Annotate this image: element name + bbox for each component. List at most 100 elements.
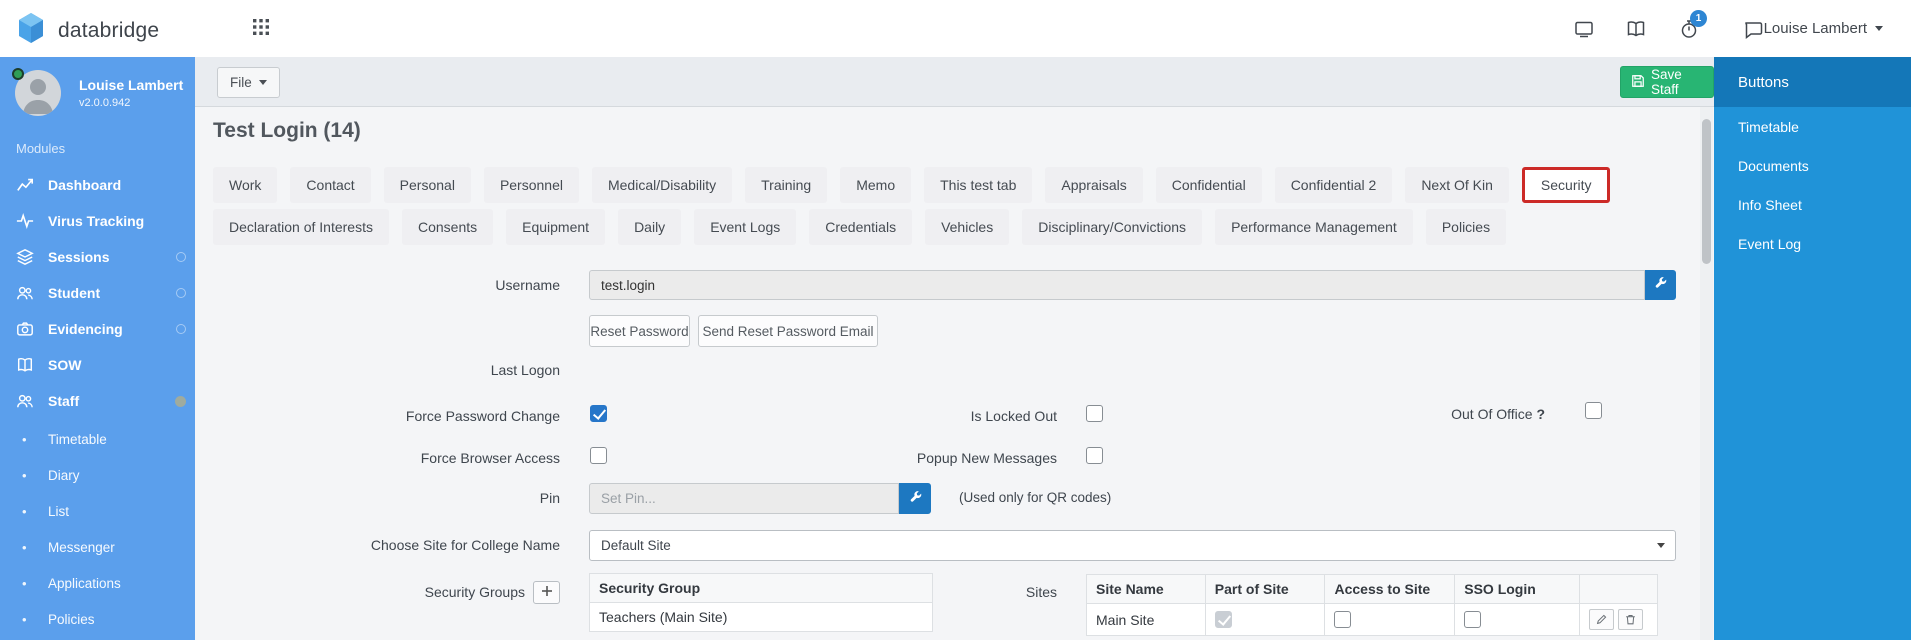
pin-label: Pin: [539, 490, 560, 506]
sidebar-item-dashboard[interactable]: Dashboard: [0, 167, 195, 203]
file-menu-button[interactable]: File: [217, 67, 280, 98]
sidebar-item-evidencing[interactable]: Evidencing: [0, 311, 195, 347]
button-info-sheet[interactable]: Info Sheet: [1714, 185, 1911, 224]
book-icon[interactable]: [1625, 18, 1647, 40]
tab-next-of-kin[interactable]: Next Of Kin: [1405, 167, 1509, 203]
username-input[interactable]: test.login: [589, 270, 1645, 300]
sidebar-item-policies[interactable]: • Policies: [0, 601, 195, 637]
toolbar: File Save Staff: [195, 57, 1714, 107]
out-of-office-checkbox[interactable]: [1585, 402, 1602, 419]
security-group-table: Security Group Teachers (Main Site): [589, 573, 933, 632]
notification-badge: 1: [1690, 10, 1707, 27]
pin-input[interactable]: Set Pin...: [589, 483, 899, 514]
plus-icon: [541, 584, 553, 602]
sidebar-item-list[interactable]: • List: [0, 493, 195, 529]
app-version: v2.0.0.942: [79, 97, 131, 109]
monitor-icon[interactable]: [1573, 18, 1595, 40]
access-to-site-checkbox[interactable]: [1334, 611, 1352, 629]
send-reset-password-email-button[interactable]: Send Reset Password Email: [698, 315, 878, 347]
tab-personnel[interactable]: Personnel: [483, 167, 579, 203]
chart-icon: [16, 176, 34, 194]
apps-grid-icon[interactable]: [252, 18, 270, 41]
username-wrench-button[interactable]: [1645, 270, 1676, 300]
pin-wrench-button[interactable]: [899, 483, 931, 514]
site-name-column-header: Site Name: [1086, 574, 1206, 604]
tab-credentials[interactable]: Credentials: [809, 209, 913, 245]
left-sidebar: Louise Lambert v2.0.0.942 Modules Dashbo…: [0, 57, 195, 640]
tab-vehicles[interactable]: Vehicles: [925, 209, 1010, 245]
site-name-cell: Main Site: [1086, 603, 1206, 636]
tab-performance-management[interactable]: Performance Management: [1215, 209, 1413, 245]
tab-confidential[interactable]: Confidential: [1155, 167, 1262, 203]
security-group-cell: Teachers (Main Site): [589, 602, 933, 632]
choose-site-label: Choose Site for College Name: [370, 537, 560, 553]
sso-login-checkbox[interactable]: [1464, 611, 1482, 629]
tab-this-test-tab[interactable]: This test tab: [924, 167, 1033, 203]
tab-row-secondary: Declaration of Interests Consents Equipm…: [213, 209, 1507, 245]
sidebar-subitem-label: Applications: [48, 575, 121, 591]
chevron-down-icon: [258, 80, 267, 85]
sidebar-item-messenger[interactable]: • Messenger: [0, 529, 195, 565]
site-select[interactable]: Default Site: [589, 530, 1676, 561]
sidebar-subitem-label: List: [48, 503, 70, 519]
tab-consents[interactable]: Consents: [401, 209, 494, 245]
save-staff-button[interactable]: Save Staff: [1620, 66, 1714, 98]
tab-security[interactable]: Security: [1521, 167, 1611, 203]
delete-site-button[interactable]: [1617, 609, 1643, 630]
tab-personal[interactable]: Personal: [383, 167, 471, 203]
tab-event-logs[interactable]: Event Logs: [694, 209, 797, 245]
modules-section-label: Modules: [16, 141, 66, 156]
force-password-change-label: Force Password Change: [405, 408, 560, 424]
tab-medical-disability[interactable]: Medical/Disability: [591, 167, 733, 203]
floppy-icon: [1631, 74, 1645, 91]
button-event-log[interactable]: Event Log: [1714, 224, 1911, 263]
user-menu-label: Louise Lambert: [1763, 20, 1867, 37]
is-locked-out-checkbox[interactable]: [1086, 405, 1103, 422]
sidebar-item-virus-tracking[interactable]: Virus Tracking: [0, 203, 195, 239]
sidebar-item-timetable[interactable]: • Timetable: [0, 421, 195, 457]
actions-column-header: [1578, 574, 1659, 604]
bullet-icon: •: [22, 539, 27, 555]
tab-daily[interactable]: Daily: [618, 209, 682, 245]
force-browser-access-checkbox[interactable]: [590, 447, 607, 464]
sidebar-item-student[interactable]: Student: [0, 275, 195, 311]
sidebar-item-applications[interactable]: • Applications: [0, 565, 195, 601]
sites-table: Site Name Part of Site Access to Site SS…: [1086, 574, 1659, 636]
tab-declaration-of-interests[interactable]: Declaration of Interests: [213, 209, 389, 245]
vertical-scrollbar[interactable]: [1700, 107, 1713, 640]
chevron-down-icon: [1875, 26, 1883, 31]
sidebar-item-diary[interactable]: • Diary: [0, 457, 195, 493]
popup-new-messages-label: Popup New Messages: [916, 450, 1057, 466]
right-sidebar: Buttons Timetable Documents Info Sheet E…: [1714, 57, 1911, 640]
sidebar-item-label: Student: [48, 285, 101, 301]
timer-icon[interactable]: 1: [1678, 10, 1707, 40]
add-security-group-button[interactable]: [533, 581, 560, 604]
popup-new-messages-checkbox[interactable]: [1086, 447, 1103, 464]
scrollbar-thumb[interactable]: [1702, 119, 1711, 264]
button-timetable[interactable]: Timetable: [1714, 107, 1911, 146]
save-staff-label: Save Staff: [1651, 67, 1682, 97]
tab-training[interactable]: Training: [745, 167, 828, 203]
table-row[interactable]: Teachers (Main Site): [589, 602, 933, 632]
user-menu[interactable]: Louise Lambert: [1764, 0, 1883, 57]
tab-work[interactable]: Work: [213, 167, 278, 203]
sso-login-cell: [1454, 603, 1580, 636]
tab-memo[interactable]: Memo: [840, 167, 912, 203]
tab-contact[interactable]: Contact: [290, 167, 371, 203]
last-logon-label: Last Logon: [490, 362, 560, 378]
reset-password-button[interactable]: Reset Password: [589, 315, 690, 347]
sidebar-item-sow[interactable]: SOW: [0, 347, 195, 383]
tab-confidential-2[interactable]: Confidential 2: [1274, 167, 1393, 203]
button-documents[interactable]: Documents: [1714, 146, 1911, 185]
sidebar-subitem-label: Messenger: [48, 539, 115, 555]
edit-site-button[interactable]: [1588, 609, 1614, 630]
sidebar-item-sessions[interactable]: Sessions: [0, 239, 195, 275]
tab-disciplinary-convictions[interactable]: Disciplinary/Convictions: [1022, 209, 1203, 245]
force-password-change-checkbox[interactable]: [590, 405, 607, 422]
help-icon[interactable]: ?: [1536, 406, 1545, 422]
tab-policies[interactable]: Policies: [1425, 209, 1507, 245]
chat-icon[interactable]: [1742, 18, 1764, 40]
sidebar-item-staff[interactable]: Staff: [0, 383, 195, 419]
tab-equipment[interactable]: Equipment: [506, 209, 606, 245]
tab-appraisals[interactable]: Appraisals: [1045, 167, 1143, 203]
